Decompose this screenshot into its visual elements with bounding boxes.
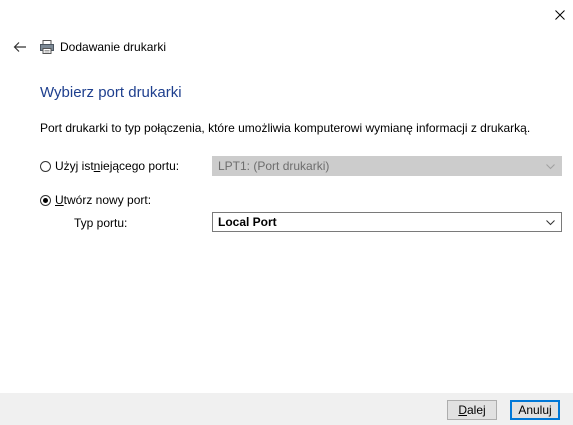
new-port-label: Utwórz nowy port: [55, 193, 152, 207]
existing-port-radio[interactable]: Użyj istniejącego portu: [40, 159, 179, 173]
radio-circle-checked[interactable] [40, 194, 51, 206]
port-type-value: Local Port [218, 215, 277, 229]
window-title: Dodawanie drukarki [60, 40, 167, 54]
port-type-label: Typ portu: [74, 216, 128, 230]
printer-icon [40, 40, 54, 54]
next-button-label: Dalej [458, 403, 486, 417]
dialog-footer: Dalej Anuluj [0, 393, 573, 425]
existing-port-select: LPT1: (Port drukarki) [212, 156, 562, 176]
close-icon [554, 10, 565, 20]
nav-row: Dodawanie drukarki [12, 38, 166, 56]
close-button[interactable] [546, 0, 573, 30]
existing-port-label: Użyj istniejącego portu: [55, 159, 180, 173]
page-heading: Wybierz port drukarki [40, 84, 182, 101]
port-type-select[interactable]: Local Port [212, 212, 562, 232]
cancel-button-label: Anuluj [518, 403, 552, 417]
new-port-radio[interactable]: Utwórz nowy port: [40, 193, 151, 207]
page-description: Port drukarki to typ połączenia, które u… [40, 121, 531, 135]
cancel-button[interactable]: Anuluj [510, 400, 560, 420]
back-arrow-icon[interactable] [12, 39, 28, 55]
chevron-down-icon [546, 220, 555, 226]
next-button[interactable]: Dalej [447, 400, 497, 420]
radio-circle[interactable] [40, 160, 51, 172]
existing-port-value: LPT1: (Port drukarki) [218, 159, 330, 173]
chevron-down-icon [546, 164, 555, 170]
